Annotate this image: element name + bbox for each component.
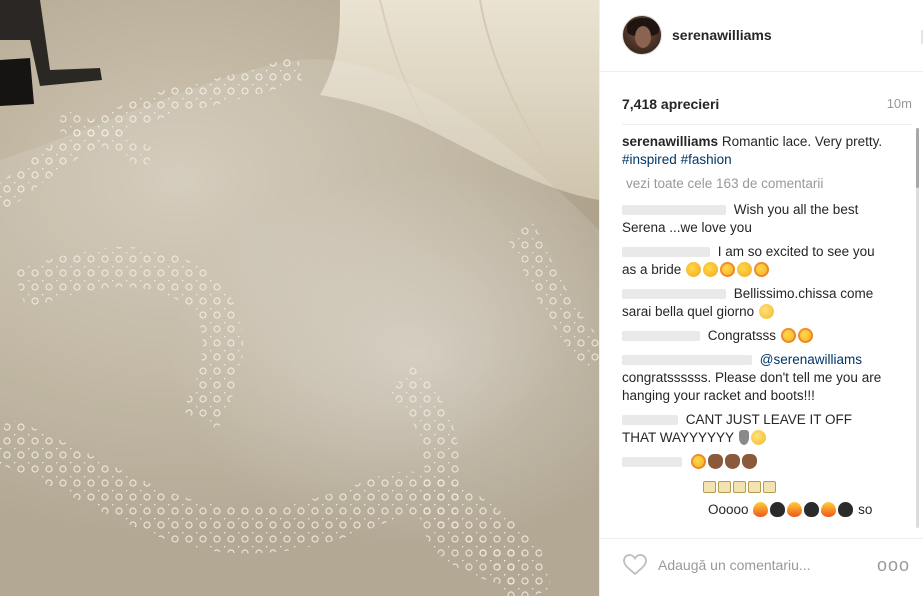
post-photo[interactable] (0, 0, 599, 596)
placeholder-emoji-icon (748, 481, 761, 493)
kiss-emoji-icon (686, 262, 702, 277)
more-options-icon[interactable]: ooo (877, 555, 910, 576)
comment-item (622, 453, 914, 471)
comments-scrollbar[interactable] (916, 128, 919, 528)
comment-username-redacted[interactable] (622, 355, 752, 366)
comment-text: CANT JUST LEAVE IT OFF (685, 412, 853, 427)
hashtag-fashion[interactable]: #fashion (681, 152, 732, 167)
post-stats: 7,418 aprecieri 10m (622, 96, 912, 114)
view-all-comments-link[interactable]: vezi toate cele 163 de comentarii (626, 175, 914, 193)
comment-username-redacted[interactable] (622, 415, 678, 426)
caption: serenawilliams Romantic lace. Very prett… (622, 133, 914, 169)
caption-username[interactable]: serenawilliams (622, 134, 718, 149)
comment-item: CANT JUST LEAVE IT OFF THAT WAYYYYYY (622, 411, 914, 447)
post-footer: Adaugă un comentariu... ooo (600, 538, 923, 596)
comment-username-redacted[interactable] (622, 247, 710, 258)
clap-emoji-icon (724, 454, 740, 469)
caption-text: Romantic lace. Very pretty. (721, 134, 883, 149)
placeholder-emoji-icon (733, 481, 746, 493)
likes-count[interactable]: 7,418 aprecieri (622, 96, 719, 112)
comments-list: serenawilliams Romantic lace. Very prett… (622, 133, 914, 529)
comment-item: Ooooo so (622, 501, 914, 519)
heart-outline-icon[interactable] (623, 554, 647, 576)
wedding-dress-lace-image (0, 0, 599, 596)
comment-text: Bellissimo.chissa come (733, 286, 874, 301)
comment-username-redacted[interactable] (622, 205, 726, 216)
comment-text: as a bride (622, 262, 682, 277)
comment-text: so (858, 502, 873, 517)
comment-username-redacted[interactable] (622, 331, 700, 342)
heart-eyes-emoji-icon (797, 328, 813, 343)
post-header: serenawilliams (600, 0, 923, 72)
black-heart-emoji-icon (838, 502, 854, 517)
grimace-emoji-icon (750, 430, 766, 445)
microphone-emoji-icon (738, 430, 749, 445)
comment-item (622, 477, 914, 495)
clap-emoji-icon (707, 454, 723, 469)
username-link[interactable]: serenawilliams (672, 27, 772, 43)
comment-item: Bellissimo.chissa come sarai bella quel … (622, 285, 914, 321)
post-time[interactable]: 10m (887, 96, 912, 111)
avatar-face (635, 26, 651, 48)
heart-eyes-emoji-icon (720, 262, 736, 277)
fire-emoji-icon (753, 502, 769, 517)
black-heart-emoji-icon (804, 502, 820, 517)
comment-text: congratssssss. Please don't tell me you … (622, 370, 882, 403)
fire-emoji-icon (821, 502, 837, 517)
comment-item: Wish you all the best Serena ...we love … (622, 201, 914, 237)
comment-item: I am so excited to see you as a bride (622, 243, 914, 279)
comment-item: @serenawilliams congratssssss. Please do… (622, 351, 914, 405)
kiss-emoji-icon (737, 262, 753, 277)
add-comment-input[interactable]: Adaugă un comentariu... (658, 557, 811, 573)
comment-text: Congratsss (707, 328, 777, 343)
black-heart-emoji-icon (770, 502, 786, 517)
heart-eyes-emoji-icon (780, 328, 796, 343)
comments-scroll-thumb[interactable] (916, 128, 919, 188)
fire-emoji-icon (787, 502, 803, 517)
comment-text: Serena ...we love you (622, 220, 752, 235)
profile-avatar[interactable] (622, 15, 662, 55)
comment-text: Wish you all the best (733, 202, 859, 217)
divider (622, 124, 912, 125)
comment-username-redacted[interactable] (622, 457, 682, 468)
placeholder-emoji-icon (763, 481, 776, 493)
comment-text: Ooooo (708, 502, 749, 517)
kiss-emoji-icon (703, 262, 719, 277)
mention-link[interactable]: @serenawilliams (760, 352, 862, 367)
placeholder-emoji-icon (718, 481, 731, 493)
clap-emoji-icon (741, 454, 757, 469)
comment-item: Congratsss (622, 327, 914, 345)
hashtag-inspired[interactable]: #inspired (622, 152, 677, 167)
heart-eyes-emoji-icon (754, 262, 770, 277)
comment-username-redacted[interactable] (622, 289, 726, 300)
post-sidebar: serenawilliams 7,418 aprecieri 10m seren… (599, 0, 923, 596)
heart-eyes-emoji-icon (690, 454, 706, 469)
comment-text: THAT WAYYYYYY (622, 430, 734, 445)
comment-text: I am so excited to see you (717, 244, 875, 259)
smile-emoji-icon (758, 304, 774, 319)
comment-text: sarai bella quel giorno (622, 304, 755, 319)
placeholder-emoji-icon (703, 481, 716, 493)
